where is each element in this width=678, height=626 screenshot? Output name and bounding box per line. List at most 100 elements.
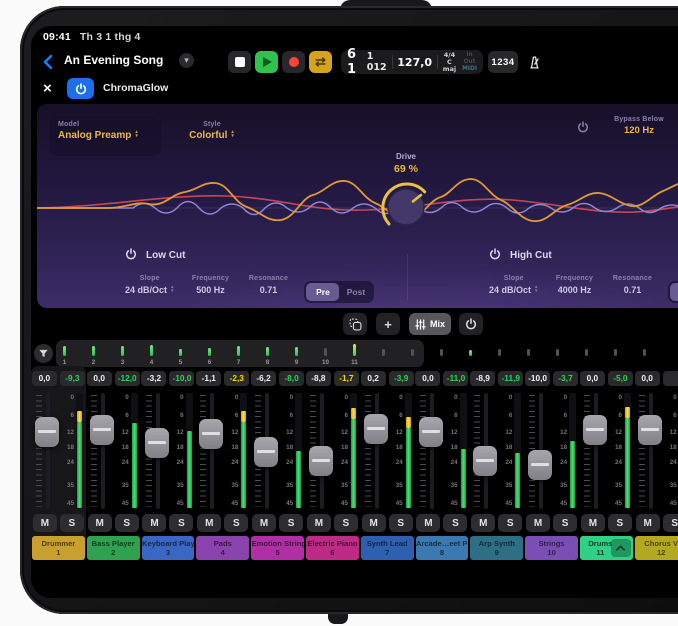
fader-db-value[interactable]: 0,0 bbox=[415, 371, 440, 386]
fader-db-value[interactable]: 0,0 bbox=[87, 371, 112, 386]
back-chevron-icon[interactable] bbox=[39, 52, 59, 72]
fader-handle[interactable] bbox=[583, 415, 607, 445]
fader-db-value[interactable]: 0,2 bbox=[361, 371, 386, 386]
high-cut-resonance[interactable]: Resonance 0.71 bbox=[610, 275, 654, 295]
mute-button[interactable]: M bbox=[142, 514, 166, 532]
fader-db-value[interactable]: -8,8 bbox=[306, 371, 331, 386]
mute-button[interactable]: M bbox=[88, 514, 112, 532]
peak-db-value[interactable]: -3,7 bbox=[553, 371, 578, 386]
peak-db-value[interactable]: -11,0 bbox=[443, 371, 468, 386]
peak-db-value[interactable]: -3,9 bbox=[389, 371, 414, 386]
bypass-below-control[interactable]: Bypass Below 120 Hz bbox=[599, 116, 678, 136]
track-name-tab[interactable]: Emotion Strings5 bbox=[251, 536, 304, 560]
high-cut-frequency[interactable]: Frequency 4000 Hz bbox=[552, 275, 596, 295]
peak-db-value[interactable]: -10,0 bbox=[169, 371, 194, 386]
fader-handle[interactable] bbox=[473, 446, 497, 476]
track-name-tab[interactable]: Keyboard Player3 bbox=[142, 536, 195, 560]
track-name-tab[interactable]: Drummer1 bbox=[32, 536, 85, 560]
solo-button[interactable]: S bbox=[663, 514, 678, 532]
play-button[interactable] bbox=[255, 51, 278, 73]
mix-view-button[interactable]: Mix bbox=[409, 313, 451, 335]
mute-button[interactable]: M bbox=[581, 514, 605, 532]
close-icon[interactable]: × bbox=[43, 80, 52, 98]
peak-db-value[interactable]: -8,0 bbox=[279, 371, 304, 386]
fader-handle[interactable] bbox=[364, 414, 388, 444]
fader-handle[interactable] bbox=[90, 415, 114, 445]
cycle-button[interactable]: ⇄ bbox=[309, 51, 332, 73]
bypass-power-icon[interactable] bbox=[577, 120, 589, 138]
solo-button[interactable]: S bbox=[60, 514, 84, 532]
track-name-tab[interactable]: Arcade…eet Pad8 bbox=[416, 536, 469, 560]
peak-db-value[interactable]: -12,0 bbox=[115, 371, 140, 386]
lcd-display[interactable]: 6 1 1 012 127,0 4/4C maj In Out MIDI bbox=[341, 50, 483, 74]
pre-button[interactable]: Pre bbox=[670, 283, 678, 301]
fader-db-value[interactable]: 0,0 bbox=[635, 371, 660, 386]
track-name-tab[interactable]: Synth Lead7 bbox=[361, 536, 414, 560]
peak-db-value[interactable]: -11,9 bbox=[498, 371, 523, 386]
fader-handle[interactable] bbox=[309, 446, 333, 476]
fader-db-value[interactable]: -1,1 bbox=[196, 371, 221, 386]
track-name-tab[interactable]: Electric Piano6 bbox=[306, 536, 359, 560]
drive-knob[interactable] bbox=[377, 178, 435, 236]
mute-button[interactable]: M bbox=[416, 514, 440, 532]
mute-button[interactable]: M bbox=[33, 514, 57, 532]
stop-button[interactable] bbox=[228, 51, 251, 73]
fader-handle[interactable] bbox=[145, 428, 169, 458]
song-menu-chevron-icon[interactable]: ▾ bbox=[179, 53, 194, 68]
metronome-button[interactable] bbox=[522, 51, 546, 73]
peak-db-value[interactable] bbox=[663, 371, 678, 386]
fader-db-value[interactable]: -3,2 bbox=[141, 371, 166, 386]
fader-db-value[interactable]: -6,2 bbox=[251, 371, 276, 386]
track-name-tab[interactable]: Chorus V12 bbox=[635, 536, 678, 560]
peak-db-value[interactable]: -5,0 bbox=[608, 371, 633, 386]
record-button[interactable] bbox=[282, 51, 305, 73]
copy-settings-button[interactable] bbox=[343, 313, 367, 335]
mute-button[interactable]: M bbox=[252, 514, 276, 532]
plugin-power-button[interactable] bbox=[67, 78, 94, 99]
peak-db-value[interactable]: -1,7 bbox=[334, 371, 359, 386]
fader-db-value[interactable]: -10,0 bbox=[525, 371, 550, 386]
low-cut-resonance[interactable]: Resonance 0.71 bbox=[246, 275, 290, 295]
solo-button[interactable]: S bbox=[389, 514, 413, 532]
track-name-tab[interactable]: Bass Player2 bbox=[87, 536, 140, 560]
count-in-button[interactable]: 1234 bbox=[488, 51, 518, 73]
solo-button[interactable]: S bbox=[608, 514, 632, 532]
mute-button[interactable]: M bbox=[526, 514, 550, 532]
fader-handle[interactable] bbox=[199, 419, 223, 449]
solo-button[interactable]: S bbox=[443, 514, 467, 532]
track-name-tab[interactable]: Pads4 bbox=[196, 536, 249, 560]
add-track-button[interactable]: + bbox=[376, 313, 400, 335]
mixer-power-button[interactable] bbox=[459, 313, 483, 335]
solo-button[interactable]: S bbox=[169, 514, 193, 532]
post-button[interactable]: Post bbox=[339, 283, 372, 301]
collapse-chevron-icon[interactable] bbox=[611, 539, 631, 557]
low-cut-slope[interactable]: Slope 24 dB/Oct▲▼ bbox=[125, 275, 174, 295]
filter-button[interactable] bbox=[34, 344, 53, 363]
mute-button[interactable]: M bbox=[307, 514, 331, 532]
channel-overview-strip[interactable]: 1234567891011 bbox=[31, 340, 678, 367]
peak-db-value[interactable]: -9,3 bbox=[60, 371, 85, 386]
fader-db-value[interactable]: 0,0 bbox=[32, 371, 57, 386]
solo-button[interactable]: S bbox=[498, 514, 522, 532]
fader-db-value[interactable]: -8,9 bbox=[470, 371, 495, 386]
song-title[interactable]: An Evening Song bbox=[64, 53, 163, 67]
style-selector[interactable]: Style Colorful▲▼ bbox=[167, 116, 257, 141]
high-cut-power-icon[interactable] bbox=[489, 248, 501, 263]
solo-button[interactable]: S bbox=[553, 514, 577, 532]
fader-handle[interactable] bbox=[254, 437, 278, 467]
fader-handle[interactable] bbox=[35, 417, 59, 447]
high-cut-slope[interactable]: Slope 24 dB/Oct▲▼ bbox=[489, 275, 538, 295]
fader-handle[interactable] bbox=[419, 417, 443, 447]
fader-db-value[interactable]: 0,0 bbox=[580, 371, 605, 386]
solo-button[interactable]: S bbox=[224, 514, 248, 532]
low-cut-frequency[interactable]: Frequency 500 Hz bbox=[188, 275, 232, 295]
fader-handle[interactable] bbox=[528, 450, 552, 480]
peak-db-value[interactable]: -2,3 bbox=[224, 371, 249, 386]
model-selector[interactable]: Model Analog Preamp▲▼ bbox=[49, 116, 161, 156]
mute-button[interactable]: M bbox=[362, 514, 386, 532]
solo-button[interactable]: S bbox=[279, 514, 303, 532]
solo-button[interactable]: S bbox=[115, 514, 139, 532]
pre-button[interactable]: Pre bbox=[306, 283, 339, 301]
mute-button[interactable]: M bbox=[636, 514, 660, 532]
track-name-tab[interactable]: Arp Synth9 bbox=[470, 536, 523, 560]
